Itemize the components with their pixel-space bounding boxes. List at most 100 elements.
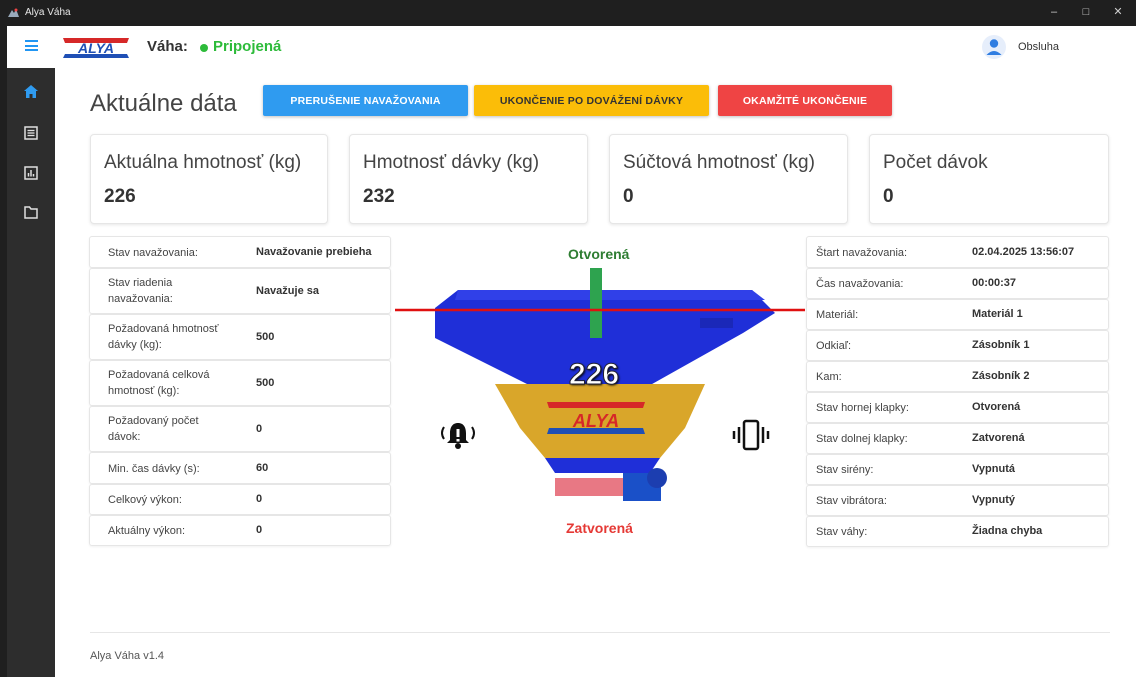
siren-bell-icon (441, 423, 475, 449)
svg-text:ALYA: ALYA (77, 40, 114, 56)
stat-value: 0 (883, 186, 894, 207)
vibrator-icon (732, 419, 770, 451)
table-row: Materiál: Materiál 1 (806, 299, 1109, 330)
hopper-logo-text: ALYA (572, 411, 619, 431)
stat-value: 226 (104, 186, 136, 207)
table-row: Stav sirény: Vypnutá (806, 454, 1109, 485)
finish-after-batch-button[interactable]: UKONČENIE PO DOVÁŽENÍ DÁVKY (474, 85, 709, 116)
stat-card-total-weight: Súčtová hmotnosť (kg) 0 (609, 134, 848, 224)
table-row: Štart navažovania: 02.04.2025 13:56:07 (806, 236, 1109, 268)
immediate-stop-button[interactable]: OKAMŽITÉ UKONČENIE (718, 85, 892, 116)
bottom-gate-status: Zatvorená (566, 520, 633, 536)
stat-label: Počet dávok (883, 152, 988, 173)
row-value: Zásobník 2 (972, 370, 1030, 382)
menu-icon[interactable] (25, 40, 38, 51)
table-row: Stav navažovania: Navažovanie prebieha (89, 236, 391, 268)
table-row: Stav riadenia navažovania: Navažuje sa (89, 268, 391, 314)
table-row: Odkiaľ: Zásobník 1 (806, 330, 1109, 361)
minimize-button[interactable]: – (1042, 4, 1066, 20)
table-row: Požadovaná celková hmotnosť (kg): 500 (89, 360, 391, 406)
row-value: Otvorená (972, 401, 1021, 413)
stat-label: Súčtová hmotnosť (kg) (623, 152, 815, 173)
row-key: Čas navažovania: (816, 278, 904, 290)
list-icon (24, 126, 38, 140)
row-key: Kam: (816, 371, 842, 383)
row-value: Vypnutý (972, 494, 1015, 506)
user-avatar-icon[interactable] (982, 35, 1006, 59)
table-row: Aktuálny výkon: 0 (89, 515, 391, 546)
hopper-flange (700, 318, 733, 328)
window-title: Alya Váha (25, 7, 71, 18)
top-gate-bar (590, 268, 602, 338)
table-row: Stav dolnej klapky: Zatvorená (806, 423, 1109, 454)
row-value: Navažuje sa (256, 285, 319, 297)
hopper-motor (647, 468, 667, 488)
weighing-status-table: Štart navažovania: 02.04.2025 13:56:07 Č… (806, 236, 1109, 547)
connection-status: Pripojená (213, 38, 282, 55)
app-icon (8, 8, 19, 17)
row-value: 02.04.2025 13:56:07 (972, 246, 1075, 258)
user-name[interactable]: Obsluha (1018, 41, 1059, 53)
weighing-parameters-table: Stav navažovania: Navažovanie prebieha S… (89, 236, 391, 546)
stat-value: 232 (363, 186, 395, 207)
row-value: 0 (256, 423, 263, 435)
row-key: Min. čas dávky (s): (108, 463, 200, 475)
app-root: ALYA Váha: Pripojená Obsluha Aktuálne dá… (7, 26, 1136, 677)
row-value: Materiál 1 (972, 308, 1023, 320)
chart-icon (24, 166, 38, 180)
table-row: Stav hornej klapky: Otvorená (806, 392, 1109, 423)
row-key: Požadovaná hmotnosť dávky (kg): (108, 323, 219, 351)
interrupt-weighing-button[interactable]: PRERUŠENIE NAVAŽOVANIA (263, 85, 468, 116)
row-value: 0 (256, 524, 263, 536)
row-key: Stav dolnej klapky: (816, 433, 908, 445)
hopper-rim (455, 290, 765, 300)
row-key: Požadovaná celková hmotnosť (kg): (108, 369, 210, 397)
row-value: Zásobník 1 (972, 339, 1030, 351)
stat-label: Hmotnosť dávky (kg) (363, 152, 540, 173)
row-key: Stav hornej klapky: (816, 402, 909, 414)
app-version: Alya Váha v1.4 (90, 650, 164, 662)
table-row: Stav vibrátora: Vypnutý (806, 485, 1109, 516)
row-value: Zatvorená (972, 432, 1025, 444)
stat-card-batch-count: Počet dávok 0 (869, 134, 1109, 224)
row-key: Stav vibrátora: (816, 495, 887, 507)
hopper-weight-display: 226 (568, 358, 620, 392)
sidebar-item-charts[interactable] (7, 158, 55, 188)
row-key: Aktuálny výkon: (108, 525, 186, 537)
stat-label: Aktuálna hmotnosť (kg) (104, 152, 302, 173)
row-value: 0 (256, 493, 263, 505)
window-titlebar: Alya Váha – □ ✕ (0, 0, 1136, 26)
table-row: Celkový výkon: 0 (89, 484, 391, 515)
scale-label: Váha: (147, 38, 188, 55)
close-button[interactable]: ✕ (1106, 4, 1130, 20)
sidebar (7, 68, 55, 677)
hopper-logo-stripe-top (547, 402, 645, 408)
row-value: Žiadna chyba (972, 525, 1043, 537)
main-content: Aktuálne dáta PRERUŠENIE NAVAŽOVANIA UKO… (55, 68, 1136, 677)
home-icon (24, 85, 38, 98)
maximize-button[interactable]: □ (1074, 4, 1098, 20)
table-row: Čas navažovania: 00:00:37 (806, 268, 1109, 299)
folder-icon (24, 206, 38, 219)
row-key: Odkiaľ: (816, 340, 851, 352)
row-value: 500 (256, 331, 275, 343)
bottom-gate-slider (555, 478, 623, 496)
row-value: 60 (256, 462, 269, 474)
table-row: Požadovaný počet dávok: 0 (89, 406, 391, 452)
connection-status-dot (200, 44, 208, 52)
footer-divider (90, 632, 1110, 633)
hopper-visualization: ALYA (395, 268, 805, 501)
table-row: Požadovaná hmotnosť dávky (kg): 500 (89, 314, 391, 360)
sidebar-item-files[interactable] (7, 198, 55, 228)
top-gate-status: Otvorená (568, 246, 630, 262)
alya-logo: ALYA (63, 38, 129, 58)
app-header: ALYA Váha: Pripojená Obsluha (7, 26, 1136, 68)
row-key: Stav riadenia navažovania: (108, 277, 173, 305)
row-key: Materiál: (816, 309, 859, 321)
table-row: Stav váhy: Žiadna chyba (806, 516, 1109, 547)
row-key: Stav váhy: (816, 526, 868, 538)
stat-value: 0 (623, 186, 634, 207)
row-value: 00:00:37 (972, 277, 1017, 289)
sidebar-item-list[interactable] (7, 118, 55, 148)
sidebar-item-home[interactable] (7, 77, 55, 107)
